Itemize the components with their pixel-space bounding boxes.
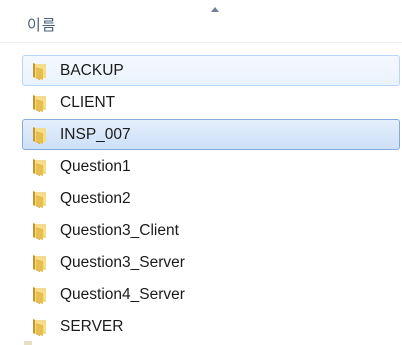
list-item-question4-server[interactable]: Question4_Server [22, 279, 400, 310]
file-name: INSP_007 [60, 126, 131, 143]
file-name: BACKUP [60, 62, 124, 79]
file-name: Question4_Server [60, 286, 185, 303]
column-header-name[interactable]: 이름 [27, 14, 57, 35]
file-name: Question2 [60, 190, 131, 207]
header-divider [0, 42, 402, 43]
folder-icon [33, 63, 46, 80]
file-name: Question1 [60, 158, 131, 175]
folder-icon [33, 319, 46, 336]
file-explorer-view: 이름 BACKUP CLIENT INSP_007 Question1 Ques… [0, 0, 402, 345]
list-item-question1[interactable]: Question1 [22, 151, 400, 182]
folder-icon [33, 191, 46, 208]
sort-ascending-icon [211, 7, 219, 12]
file-name: CLIENT [60, 94, 116, 111]
list-item-client[interactable]: CLIENT [22, 87, 400, 118]
folder-icon [33, 223, 46, 240]
file-name: Question3_Client [60, 222, 179, 239]
folder-icon [33, 287, 46, 304]
folder-icon [33, 255, 46, 272]
list-item-server[interactable]: SERVER [22, 311, 400, 342]
file-name: Question3_Server [60, 254, 185, 271]
list-item-backup[interactable]: BACKUP [22, 55, 400, 86]
folder-icon [33, 127, 46, 144]
partial-folder-icon [24, 341, 32, 345]
list-item-question3-client[interactable]: Question3_Client [22, 215, 400, 246]
folder-icon [33, 95, 46, 112]
folder-icon [33, 159, 46, 176]
file-name: SERVER [60, 318, 124, 335]
file-list: BACKUP CLIENT INSP_007 Question1 Questio… [0, 55, 402, 343]
list-item-question3-server[interactable]: Question3_Server [22, 247, 400, 278]
list-item-question2[interactable]: Question2 [22, 183, 400, 214]
column-header-bar: 이름 [0, 0, 402, 42]
list-item-insp-007[interactable]: INSP_007 [22, 119, 400, 150]
